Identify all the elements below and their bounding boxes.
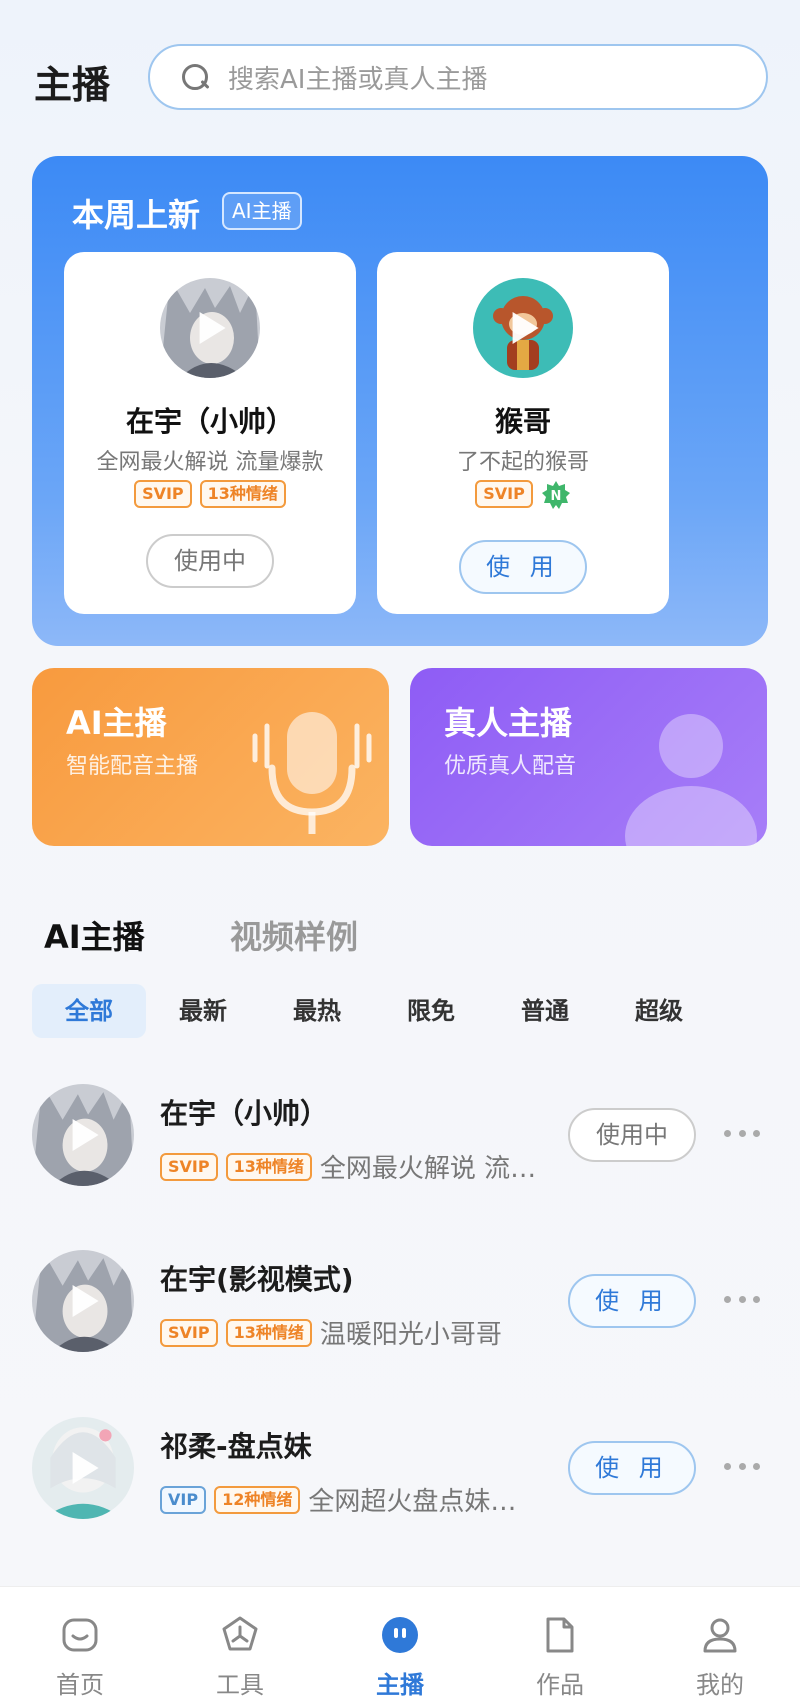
page-title: 主播 xyxy=(34,63,111,107)
person-icon xyxy=(625,714,757,846)
anchor-name: 在宇(影视模式) xyxy=(160,1263,354,1296)
new-badge-icon: N xyxy=(541,480,571,510)
avatar[interactable] xyxy=(160,278,260,378)
nav-label: 作品 xyxy=(536,1671,584,1699)
more-icon[interactable] xyxy=(724,1130,760,1138)
ai-anchor-badge: AI主播 xyxy=(222,192,302,230)
human-anchor-category[interactable]: 真人主播 优质真人配音 xyxy=(410,668,767,846)
play-icon[interactable] xyxy=(512,312,539,344)
nav-label: 我的 xyxy=(696,1671,744,1699)
anchor-tags: SVIP 13种情绪 xyxy=(64,480,356,508)
filter-super[interactable]: 超级 xyxy=(602,984,716,1038)
anchor-tags: SVIP N xyxy=(377,480,669,510)
nav-label: 工具 xyxy=(216,1671,264,1699)
header: 主播 搜索AI主播或真人主播 xyxy=(0,0,800,140)
weekly-new-panel: 本周上新 AI主播 在宇（小帅） 全网最火解说 流量爆款 SVIP 13种情绪 … xyxy=(32,156,768,646)
user-icon xyxy=(703,1618,737,1653)
anchor-desc: 温暖阳光小哥哥 xyxy=(319,1320,502,1350)
microphone-icon xyxy=(252,712,372,834)
use-button[interactable]: 使 用 xyxy=(568,1274,696,1328)
anchor-name: 在宇（小帅） xyxy=(160,1097,329,1130)
anchor-meta: SVIP 13种情绪 全网最火解说 流… xyxy=(160,1148,536,1185)
emotion-tag: 13种情绪 xyxy=(199,480,286,508)
more-icon[interactable] xyxy=(724,1463,760,1471)
filter-hottest[interactable]: 最热 xyxy=(260,984,374,1038)
play-icon[interactable] xyxy=(72,1285,99,1317)
ai-anchor-category[interactable]: AI主播 智能配音主播 xyxy=(32,668,389,846)
anchor-desc: 全网超火盘点妹… xyxy=(308,1487,517,1517)
nav-anchor[interactable]: 主播 xyxy=(320,1587,480,1706)
nav-home[interactable]: 首页 xyxy=(0,1587,160,1706)
svip-tag: SVIP xyxy=(160,1152,218,1181)
search-input[interactable]: 搜索AI主播或真人主播 xyxy=(148,44,768,110)
avatar[interactable] xyxy=(32,1084,134,1186)
svip-tag: SVIP xyxy=(475,480,533,508)
more-icon[interactable] xyxy=(724,1296,760,1304)
tab-video-samples[interactable]: 视频样例 xyxy=(230,912,358,958)
anchor-card[interactable]: 猴哥 了不起的猴哥 SVIP N 使 用 xyxy=(377,252,669,614)
filter-free[interactable]: 限免 xyxy=(374,984,488,1038)
use-button[interactable]: 使 用 xyxy=(568,1441,696,1495)
filter-bar: 全部 最新 最热 限免 普通 超级 xyxy=(32,984,716,1038)
play-icon[interactable] xyxy=(72,1119,99,1151)
category-subtitle: 智能配音主播 xyxy=(66,754,199,779)
category-title: AI主播 xyxy=(66,704,167,742)
nav-works[interactable]: 作品 xyxy=(480,1587,640,1706)
bottom-nav: 首页 工具 主播 作品 我的 xyxy=(0,1586,800,1706)
in-use-button[interactable]: 使用中 xyxy=(146,534,274,588)
anchor-name: 祁柔-盘点妹 xyxy=(160,1430,312,1463)
tab-ai-anchor[interactable]: AI主播 xyxy=(44,912,145,958)
svip-tag: SVIP xyxy=(134,480,192,508)
nav-label: 主播 xyxy=(376,1671,424,1699)
anchor-meta: SVIP 13种情绪 温暖阳光小哥哥 xyxy=(160,1314,502,1351)
list-item[interactable]: 在宇（小帅） SVIP 13种情绪 全网最火解说 流… 使用中 xyxy=(0,1084,800,1204)
document-icon xyxy=(546,1617,574,1653)
list-item[interactable]: 在宇(影视模式) SVIP 13种情绪 温暖阳光小哥哥 使 用 xyxy=(0,1250,800,1370)
avatar[interactable] xyxy=(32,1417,134,1519)
category-subtitle: 优质真人配音 xyxy=(444,754,577,779)
emotion-tag: 13种情绪 xyxy=(225,1152,312,1181)
nav-label: 首页 xyxy=(56,1671,104,1699)
filter-normal[interactable]: 普通 xyxy=(488,984,602,1038)
weekly-title: 本周上新 xyxy=(72,196,201,234)
play-icon[interactable] xyxy=(199,312,226,344)
use-button[interactable]: 使 用 xyxy=(459,540,587,594)
home-icon xyxy=(62,1618,98,1652)
svip-tag: SVIP xyxy=(160,1318,218,1347)
emotion-tag: 13种情绪 xyxy=(225,1318,312,1347)
search-placeholder: 搜索AI主播或真人主播 xyxy=(228,64,488,95)
list-item[interactable]: 祁柔-盘点妹 VIP 12种情绪 全网超火盘点妹… 使 用 xyxy=(0,1417,800,1537)
avatar[interactable] xyxy=(32,1250,134,1352)
vip-tag: VIP xyxy=(160,1485,207,1514)
tools-icon xyxy=(222,1616,258,1651)
avatar[interactable] xyxy=(473,278,573,378)
anchor-icon xyxy=(382,1617,418,1653)
filter-newest[interactable]: 最新 xyxy=(146,984,260,1038)
anchor-name: 猴哥 xyxy=(494,405,551,438)
anchor-desc: 全网最火解说 流量爆款 xyxy=(96,450,324,475)
anchor-name: 在宇（小帅） xyxy=(125,405,294,438)
play-icon[interactable] xyxy=(72,1452,99,1484)
anchor-card[interactable]: 在宇（小帅） 全网最火解说 流量爆款 SVIP 13种情绪 使用中 xyxy=(64,252,356,614)
in-use-button[interactable]: 使用中 xyxy=(568,1108,696,1162)
new-badge-letter: N xyxy=(550,489,561,504)
nav-profile[interactable]: 我的 xyxy=(640,1587,800,1706)
category-title: 真人主播 xyxy=(444,704,573,742)
anchor-meta: VIP 12种情绪 全网超火盘点妹… xyxy=(160,1481,516,1518)
nav-tools[interactable]: 工具 xyxy=(160,1587,320,1706)
anchor-desc: 了不起的猴哥 xyxy=(456,450,589,475)
emotion-tag: 12种情绪 xyxy=(214,1485,301,1514)
search-icon xyxy=(180,62,210,92)
anchor-desc: 全网最火解说 流… xyxy=(319,1154,537,1184)
filter-all[interactable]: 全部 xyxy=(32,984,146,1038)
